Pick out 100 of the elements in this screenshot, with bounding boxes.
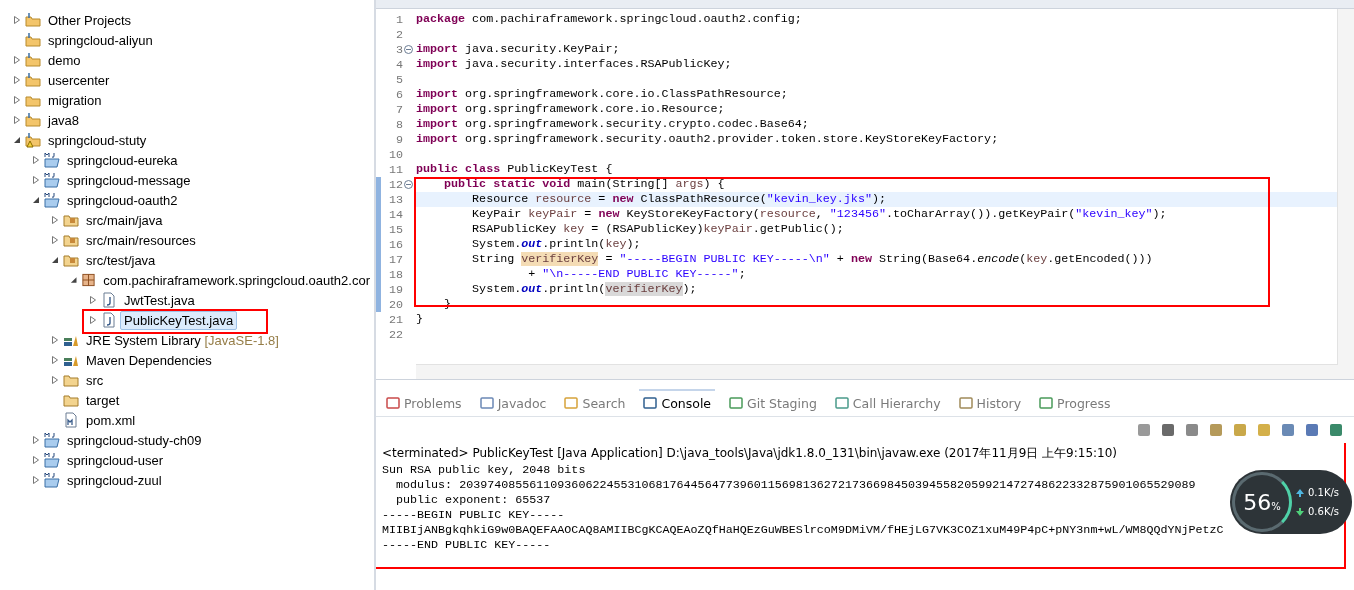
expand-toggle[interactable] xyxy=(12,55,22,65)
tree-item[interactable]: Other Projects xyxy=(44,10,136,30)
expand-toggle[interactable] xyxy=(69,275,79,285)
expand-toggle[interactable] xyxy=(12,95,22,105)
line-number: 18 xyxy=(387,267,403,282)
tree-item[interactable]: springcloud-zuul xyxy=(63,470,166,490)
code-line: import org.springframework.security.crypto.codec.Base64; xyxy=(416,117,810,132)
xml-file-icon xyxy=(63,412,79,428)
console-output: public exponent: 65537 xyxy=(395,493,551,508)
tree-item[interactable]: usercenter xyxy=(44,70,114,90)
line-number: 8 xyxy=(395,117,403,132)
tree-item[interactable]: springcloud-aliyun xyxy=(44,30,157,50)
panel-tab[interactable]: Call Hierarchy xyxy=(830,388,945,416)
expand-toggle[interactable] xyxy=(31,195,41,205)
maven-project-icon xyxy=(44,452,60,468)
tree-item[interactable]: target xyxy=(82,390,124,410)
expand-toggle[interactable] xyxy=(50,255,60,265)
collapse-icon[interactable] xyxy=(404,180,413,189)
line-number: 1 xyxy=(395,12,403,27)
expand-toggle[interactable] xyxy=(31,455,41,465)
java-file-icon xyxy=(101,312,117,328)
line-number: 12 xyxy=(387,177,403,192)
collapse-icon[interactable] xyxy=(404,45,413,54)
code-line: System.out.println(verifierKey); xyxy=(471,282,698,297)
expand-toggle[interactable] xyxy=(88,295,98,305)
console-output: MIIBIjANBgkqhkiG9w0BAQEFAAOCAQ8AMIIBCgKCAQEAoZQfHaHQEzGuWBESlrcoM9DMiVM/fHEjLG7VK3COZ1xuM49P4pC+pNY3nm+wL/WM8QQdYNjPetzC xyxy=(382,523,1224,538)
console-output: -----BEGIN PUBLIC KEY----- xyxy=(382,508,565,523)
tree-item[interactable]: com.pachiraframework.springcloud.oauth2.cor xyxy=(99,270,374,290)
line-number: 2 xyxy=(395,27,403,42)
up-arrow-icon xyxy=(1296,488,1304,497)
tree-item[interactable]: JRE System Library [JavaSE-1.8] xyxy=(82,330,283,350)
percent-sign: % xyxy=(1271,500,1281,512)
tree-item[interactable]: src/main/java xyxy=(82,210,167,230)
expand-toggle[interactable] xyxy=(12,75,22,85)
code-line: import org.springframework.security.oauth2.provider.token.store.KeyStoreKeyFactory; xyxy=(416,132,1000,147)
project-folder-icon xyxy=(25,12,41,28)
panel-tab[interactable]: History xyxy=(954,388,1026,416)
console-output: Sun RSA public key, 2048 bits xyxy=(382,463,586,478)
download-speed: 0.6K/s xyxy=(1308,506,1340,517)
source-folder-icon xyxy=(63,252,79,268)
tree-item[interactable]: springcloud-study-ch09 xyxy=(63,430,206,450)
panel-tab[interactable]: Javadoc xyxy=(475,388,551,416)
expand-toggle[interactable] xyxy=(31,435,41,445)
expand-toggle[interactable] xyxy=(50,235,60,245)
line-number: 10 xyxy=(387,147,403,162)
tree-item[interactable]: springcloud-oauth2 xyxy=(63,190,182,210)
line-number: 15 xyxy=(387,222,403,237)
code-line: KeyPair keyPair = new KeyStoreKeyFactory(resource, "123456".toCharArray()).getKeyPair("kevin_key"); xyxy=(471,207,1168,222)
panel-tab[interactable]: Search xyxy=(560,388,630,416)
tree-item[interactable]: demo xyxy=(44,50,85,70)
source-folder-icon xyxy=(63,212,79,228)
expand-toggle[interactable] xyxy=(12,135,22,145)
tree-item[interactable]: JwtTest.java xyxy=(120,290,199,310)
line-number: 7 xyxy=(395,102,403,117)
panel-tab[interactable]: Git Staging xyxy=(725,388,821,416)
tree-item[interactable]: migration xyxy=(44,90,106,110)
tree-item[interactable]: Maven Dependencies xyxy=(82,350,216,370)
project-folder-icon xyxy=(25,112,41,128)
scrollbar[interactable] xyxy=(1337,9,1354,379)
expand-toggle[interactable] xyxy=(31,475,41,485)
down-arrow-icon xyxy=(1296,507,1304,516)
tree-item[interactable]: src/test/java xyxy=(82,250,160,270)
expand-toggle[interactable] xyxy=(50,335,60,345)
console-output: -----END PUBLIC KEY----- xyxy=(382,538,551,553)
panel-tab[interactable]: Progress xyxy=(1035,388,1115,416)
tree-item[interactable]: pom.xml xyxy=(82,410,140,430)
maven-project-icon xyxy=(44,192,60,208)
expand-toggle[interactable] xyxy=(12,15,22,25)
upload-speed: 0.1K/s xyxy=(1308,487,1340,498)
code-line: public static void main(String[] args) { xyxy=(443,177,726,192)
expand-toggle[interactable] xyxy=(31,175,41,185)
code-line: import java.security.interfaces.RSAPublicKey; xyxy=(416,57,733,72)
line-number: 22 xyxy=(387,327,403,342)
line-number: 17 xyxy=(387,252,403,267)
code-line: import org.springframework.core.io.ClassPathResource; xyxy=(416,87,789,102)
line-number: 3 xyxy=(395,42,403,57)
tree-item[interactable]: java8 xyxy=(44,110,84,130)
expand-toggle[interactable] xyxy=(88,315,98,325)
console-header: <terminated> PublicKeyTest [Java Application] D:\java_tools\Java\jdk1.8.0_131\bin\javaw.exe (2017年11月9日 上午9:15:10) xyxy=(382,445,1119,462)
expand-toggle[interactable] xyxy=(12,115,22,125)
tree-item[interactable]: springcloud-stuty xyxy=(44,130,151,150)
line-number: 20 xyxy=(387,297,403,312)
expand-toggle[interactable] xyxy=(50,355,60,365)
maven-project-icon xyxy=(44,432,60,448)
expand-toggle[interactable] xyxy=(50,375,60,385)
tree-item[interactable]: src xyxy=(82,370,108,390)
panel-tab[interactable]: Problems xyxy=(382,388,466,416)
tree-item[interactable]: src/main/resources xyxy=(82,230,200,250)
line-number: 5 xyxy=(395,72,403,87)
java-file-icon xyxy=(101,292,117,308)
tree-item[interactable]: springcloud-user xyxy=(63,450,168,470)
expand-toggle[interactable] xyxy=(50,215,60,225)
tree-item[interactable]: springcloud-message xyxy=(63,170,195,190)
tree-item[interactable]: springcloud-eureka xyxy=(63,150,182,170)
expand-toggle[interactable] xyxy=(31,155,41,165)
line-number: 6 xyxy=(395,87,403,102)
horizontal-scrollbar[interactable] xyxy=(416,364,1338,379)
code-line: import org.springframework.core.io.Resource; xyxy=(416,102,726,117)
code-line: package com.pachiraframework.springcloud.oauth2.config; xyxy=(416,12,803,27)
line-number: 21 xyxy=(387,312,403,327)
